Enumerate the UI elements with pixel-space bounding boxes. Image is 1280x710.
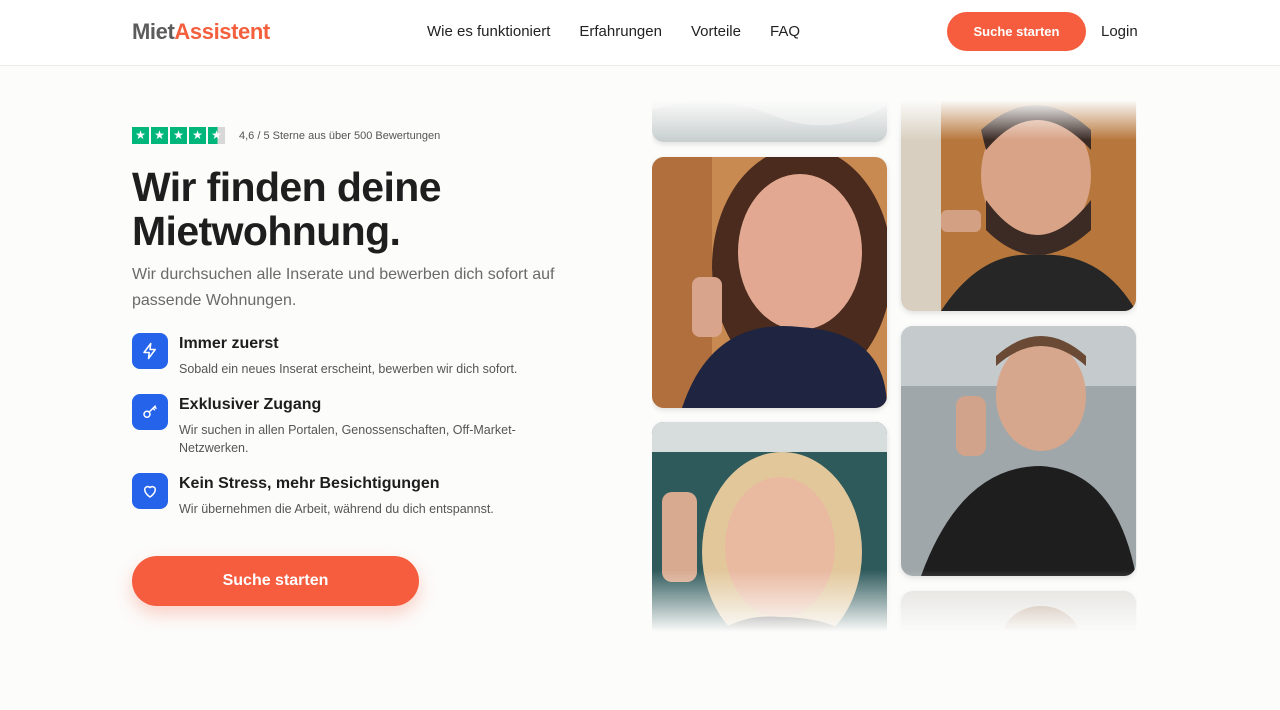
tenant-photo [652,157,887,408]
star-icon: ★ [132,127,149,144]
feature-no-stress: Kein Stress, mehr Besichtigungen Wir übe… [132,473,539,518]
tenant-photo [901,100,1136,311]
feature-title: Immer zuerst [179,335,279,352]
tenant-photo [901,591,1136,632]
tenant-photo [652,422,887,632]
feature-description: Wir suchen in allen Portalen, Genossensc… [179,423,516,455]
feature-title: Exklusiver Zugang [179,396,322,413]
feature-description: Sobald ein neues Inserat erscheint, bewe… [179,362,518,376]
header-start-search-button[interactable]: Suche starten [947,12,1086,51]
star-icon: ★ [189,127,206,144]
heart-icon [132,473,168,509]
nav-link-faq[interactable]: FAQ [770,23,800,40]
feature-always-first: Immer zuerst Sobald ein neues Inserat er… [132,333,539,378]
tenant-photo [901,326,1136,576]
main-nav: Wie es funktioniert Erfahrungen Vorteile… [427,23,800,40]
trustpilot-rating: ★ ★ ★ ★ ★ 4,6 / 5 Sterne aus über 500 Be… [132,127,440,144]
logo-part-assistent: Assistent [174,19,270,44]
login-link[interactable]: Login [1101,23,1138,40]
half-star-icon: ★ [208,127,225,144]
testimonial-photo-grid [652,100,1137,632]
tenant-photo [652,100,887,142]
lightning-icon [132,333,168,369]
nav-link-benefits[interactable]: Vorteile [691,23,741,40]
hero-headline: Wir finden deine Mietwohnung. [132,165,612,253]
logo-part-miet: Miet [132,19,175,44]
site-header: MietAssistent Wie es funktioniert Erfahr… [0,0,1280,66]
key-icon [132,394,168,430]
headline-line-1: Wir finden deine [132,164,442,210]
logo[interactable]: MietAssistent [132,19,270,45]
nav-link-how-it-works[interactable]: Wie es funktioniert [427,23,550,40]
star-icon: ★ [151,127,168,144]
rating-stars: ★ ★ ★ ★ ★ [132,127,225,144]
feature-exclusive-access: Exklusiver Zugang Wir suchen in allen Po… [132,394,539,457]
nav-link-experiences[interactable]: Erfahrungen [579,23,662,40]
star-icon: ★ [170,127,187,144]
hero-start-search-button[interactable]: Suche starten [132,556,419,606]
rating-text: 4,6 / 5 Sterne aus über 500 Bewertungen [239,129,441,142]
hero-subtitle: Wir durchsuchen alle Inserate und bewerb… [132,266,555,309]
headline-line-2: Mietwohnung. [132,208,401,254]
feature-title: Kein Stress, mehr Besichtigungen [179,475,440,492]
feature-description: Wir übernehmen die Arbeit, während du di… [179,502,494,516]
